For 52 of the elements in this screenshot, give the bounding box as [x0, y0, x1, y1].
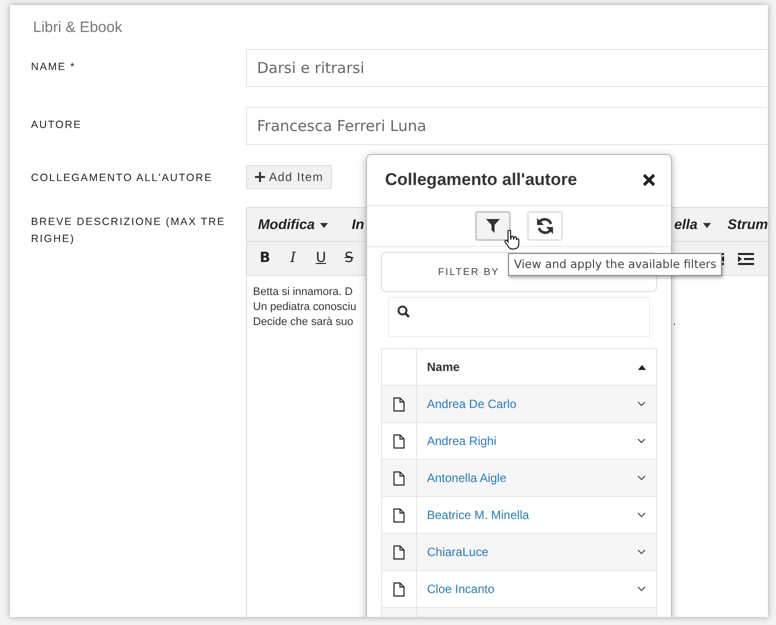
- refresh-button[interactable]: [527, 211, 563, 241]
- tooltip: View and apply the available filters: [508, 253, 722, 276]
- underline-button[interactable]: U: [311, 248, 331, 269]
- strikethrough-button[interactable]: S: [339, 248, 359, 269]
- chevron-icon[interactable]: [637, 549, 646, 555]
- chevron-icon[interactable]: [637, 401, 646, 407]
- chevron-icon[interactable]: [637, 438, 646, 444]
- document-icon: [393, 471, 405, 486]
- column-title: Name: [427, 359, 460, 376]
- refresh-icon: [536, 217, 554, 235]
- document-icon: [393, 434, 405, 450]
- search-field[interactable]: [388, 297, 650, 337]
- author-link[interactable]: Andrea Righi: [427, 432, 496, 450]
- sort-icon[interactable]: [638, 364, 646, 370]
- column-header[interactable]: Name: [416, 348, 656, 386]
- bold-button[interactable]: B: [255, 248, 275, 269]
- document-icon: [393, 545, 405, 560]
- author-link[interactable]: Cloe Incanto: [427, 580, 494, 598]
- author-link[interactable]: ChiaraLuce: [427, 543, 488, 561]
- plus-icon: [255, 172, 265, 182]
- chevron-icon[interactable]: [637, 586, 646, 592]
- text-fragment: .: [673, 315, 676, 330]
- filter-icon: [486, 219, 500, 233]
- add-item-button[interactable]: Add Item: [246, 165, 332, 189]
- menu-item[interactable]: In: [352, 214, 364, 235]
- author-link[interactable]: Andrea De Carlo: [427, 395, 516, 413]
- field-label: NAME *: [31, 60, 77, 75]
- menu-item[interactable]: ella: [674, 214, 711, 235]
- document-icon: [393, 508, 405, 524]
- text-field[interactable]: Francesca Ferreri Luna: [246, 107, 768, 145]
- document-icon: [393, 397, 405, 412]
- text-line: Decide che sarà suo: [253, 315, 354, 330]
- italic-button[interactable]: I: [283, 248, 303, 269]
- close-icon[interactable]: [643, 174, 655, 186]
- dialog-title: Collegamento all'autore: [385, 169, 578, 192]
- field-label: COLLEGAMENTO ALL'AUTORE: [31, 171, 214, 186]
- document-icon: [393, 582, 405, 598]
- cursor-icon: [504, 230, 520, 250]
- text-field[interactable]: Darsi e ritrarsi: [246, 49, 768, 87]
- search-icon: [397, 304, 410, 318]
- author-link[interactable]: Antonella Aigle: [427, 469, 506, 487]
- indent-icon[interactable]: [738, 252, 754, 264]
- menu-item[interactable]: Strum: [728, 214, 768, 235]
- menu-item[interactable]: Modifica: [258, 214, 328, 235]
- text-line: Un pediatra conosciu: [253, 300, 356, 315]
- page-title: Libri & Ebook: [32, 18, 124, 38]
- text-line: Betta si innamora. D: [253, 285, 353, 300]
- field-label: BREVE DESCRIZIONE (MAX TRE RIGHE): [31, 215, 226, 247]
- chevron-icon[interactable]: [637, 475, 646, 481]
- field-label: AUTORE: [31, 118, 83, 133]
- chevron-icon[interactable]: [637, 512, 646, 518]
- filter-button[interactable]: [475, 211, 511, 241]
